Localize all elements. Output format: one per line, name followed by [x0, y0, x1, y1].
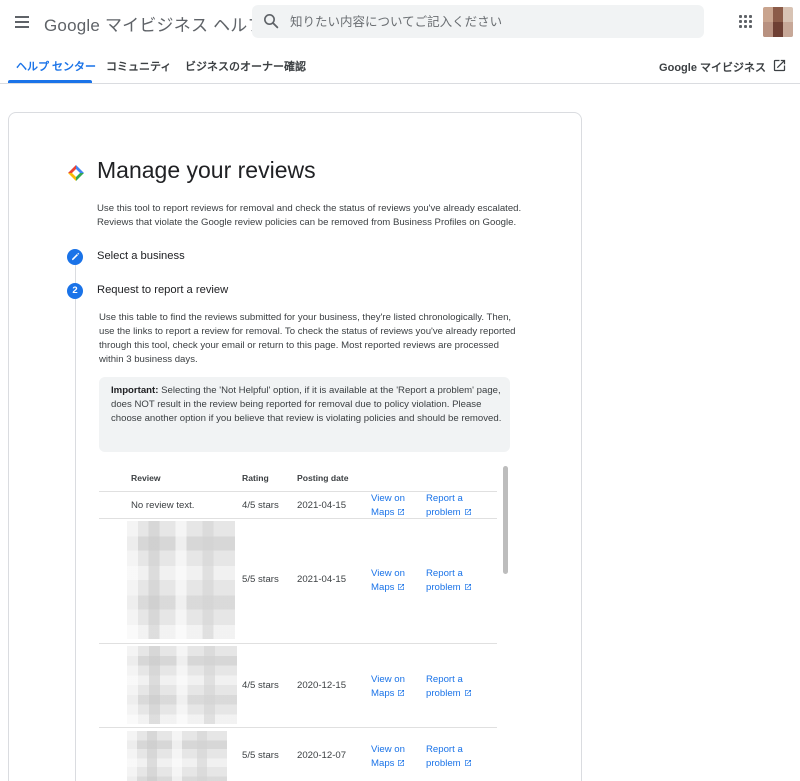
external-link-icon — [464, 509, 471, 515]
view-on-maps-link[interactable]: View on Maps — [371, 492, 417, 520]
external-link-icon — [398, 584, 405, 590]
table-scrollbar-thumb[interactable] — [503, 466, 508, 574]
view-on-maps-link[interactable]: View on Maps — [371, 743, 417, 771]
step-1-pencil-icon — [67, 249, 83, 265]
google-diamond-logo-icon — [68, 165, 84, 181]
report-a-problem-link[interactable]: Report a problem — [426, 567, 484, 595]
table-row: 4/5 stars 2020-12-15 View on Maps Report… — [99, 644, 497, 728]
review-text: No review text. — [131, 500, 195, 511]
notice-text: Selecting the 'Not Helpful' option, if i… — [111, 385, 502, 424]
step-1-label[interactable]: Select a business — [97, 250, 185, 262]
external-link-icon — [464, 760, 471, 766]
blurred-review-text — [127, 646, 237, 724]
table-row: No review text. 4/5 stars 2021-04-15 Vie… — [99, 492, 497, 519]
google-apps-icon[interactable] — [739, 15, 753, 29]
table-description: Use this table to find the reviews submi… — [99, 312, 516, 365]
google-my-business-link[interactable]: Google マイビジネス — [659, 59, 766, 75]
review-rating: 5/5 stars — [242, 574, 279, 585]
search-icon — [264, 14, 279, 29]
report-a-problem-link[interactable]: Report a problem — [426, 743, 484, 771]
external-link-icon — [398, 509, 405, 515]
external-link-icon — [464, 584, 471, 590]
external-link-icon — [464, 690, 471, 696]
review-rating: 4/5 stars — [242, 500, 279, 511]
column-header-review: Review — [131, 473, 161, 483]
link-text: Report a problem — [426, 493, 463, 518]
report-a-problem-link[interactable]: Report a problem — [426, 492, 484, 520]
review-date: 2021-04-15 — [297, 500, 347, 511]
view-on-maps-link[interactable]: View on Maps — [371, 567, 417, 595]
review-rating: 5/5 stars — [242, 750, 279, 761]
top-app-bar: Google マイビジネス ヘルプ — [0, 0, 800, 44]
review-date: 2020-12-15 — [297, 680, 347, 691]
link-text: Report a problem — [426, 744, 463, 769]
table-header-row: Review Rating Posting date — [99, 463, 497, 492]
link-text: Report a problem — [426, 568, 463, 593]
blurred-review-text — [127, 521, 235, 639]
search-input[interactable] — [290, 5, 690, 38]
app-title[interactable]: Google マイビジネス ヘルプ — [44, 11, 265, 36]
table-row: 5/5 stars 2021-04-15 View on Maps Report… — [99, 519, 497, 644]
report-a-problem-link[interactable]: Report a problem — [426, 673, 484, 701]
important-notice: Important: Selecting the 'Not Helpful' o… — [99, 377, 510, 452]
account-avatar[interactable] — [763, 7, 793, 37]
review-rating: 4/5 stars — [242, 680, 279, 691]
tab-business-verification[interactable]: ビジネスのオーナー確認 — [185, 58, 306, 74]
step-connector — [75, 299, 76, 781]
view-on-maps-link[interactable]: View on Maps — [371, 673, 417, 701]
review-management-card: Manage your reviews Use this tool to rep… — [8, 112, 582, 781]
review-date: 2021-04-15 — [297, 574, 347, 585]
review-date: 2020-12-07 — [297, 750, 347, 761]
reviews-table: Review Rating Posting date No review tex… — [99, 463, 510, 781]
step-2-number: 2 — [67, 283, 83, 299]
hamburger-menu-icon[interactable] — [12, 11, 34, 33]
notice-label: Important: — [111, 385, 159, 396]
open-in-new-icon[interactable] — [772, 58, 787, 73]
nav-tabs: ヘルプ センター コミュニティ ビジネスのオーナー確認 Google マイビジネ… — [0, 44, 800, 84]
tab-community[interactable]: コミュニティ — [106, 58, 171, 74]
column-header-rating: Rating — [242, 473, 269, 483]
step-2-label: Request to report a review — [97, 284, 229, 296]
external-link-icon — [398, 690, 405, 696]
active-tab-indicator — [8, 80, 92, 83]
table-row: 5/5 stars 2020-12-07 View on Maps Report… — [99, 728, 497, 781]
link-text: Report a problem — [426, 674, 463, 699]
search-bar[interactable] — [252, 5, 704, 38]
tab-help-center[interactable]: ヘルプ センター — [16, 58, 96, 74]
external-link-icon — [398, 760, 405, 766]
column-header-date: Posting date — [297, 473, 349, 483]
intro-text: Use this tool to report reviews for remo… — [97, 203, 522, 228]
page-title: Manage your reviews — [97, 157, 316, 183]
blurred-review-text — [127, 731, 227, 781]
